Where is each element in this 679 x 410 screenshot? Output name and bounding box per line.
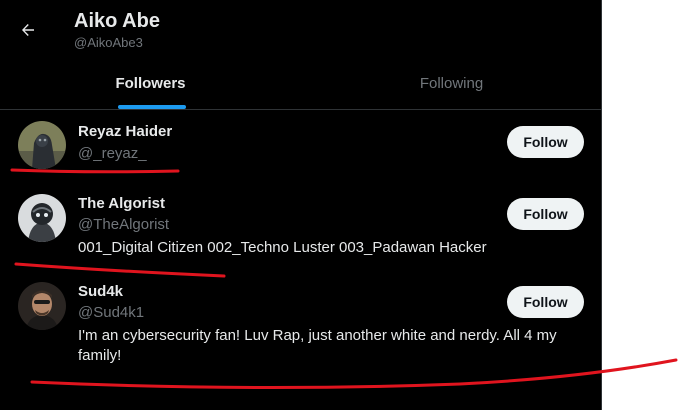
user-name[interactable]: Reyaz Haider xyxy=(78,123,172,140)
user-bio: I'm an cybersecurity fan! Luv Rap, just … xyxy=(78,327,557,364)
user-handle[interactable]: @_reyaz_ xyxy=(78,145,147,162)
user-handle[interactable]: @Sud4k1 xyxy=(78,304,144,321)
avatar[interactable] xyxy=(18,121,66,169)
header: Aiko Abe @AikoAbe3 xyxy=(0,0,602,58)
user-bio: 001_Digital Citizen 002_Techno Luster 00… xyxy=(78,239,487,256)
user-cell[interactable]: Sud4k @Sud4k1 I'm an cybersecurity fan! … xyxy=(0,270,602,390)
user-cell[interactable]: Reyaz Haider @_reyaz_ Follow xyxy=(0,110,602,182)
avatar[interactable] xyxy=(18,282,66,330)
user-handle[interactable]: @TheAlgorist xyxy=(78,216,169,233)
follow-button[interactable]: Follow xyxy=(507,198,584,230)
arrow-left-icon xyxy=(22,24,34,36)
back-button[interactable] xyxy=(10,12,46,48)
tab-followers[interactable]: Followers xyxy=(0,58,301,109)
user-name[interactable]: Sud4k xyxy=(78,283,123,300)
user-cell[interactable]: The Algorist @TheAlgorist 001_Digital Ci… xyxy=(0,182,602,270)
avatar[interactable] xyxy=(18,194,66,242)
followers-panel: Aiko Abe @AikoAbe3 Followers Following R… xyxy=(0,0,602,410)
follow-button[interactable]: Follow xyxy=(507,126,584,158)
active-tab-indicator xyxy=(118,105,186,109)
tab-following[interactable]: Following xyxy=(301,58,602,109)
profile-name: Aiko Abe xyxy=(74,10,160,32)
user-name[interactable]: The Algorist xyxy=(78,195,165,212)
tab-bar: Followers Following xyxy=(0,58,602,110)
follow-button[interactable]: Follow xyxy=(507,286,584,318)
profile-handle: @AikoAbe3 xyxy=(74,35,143,50)
